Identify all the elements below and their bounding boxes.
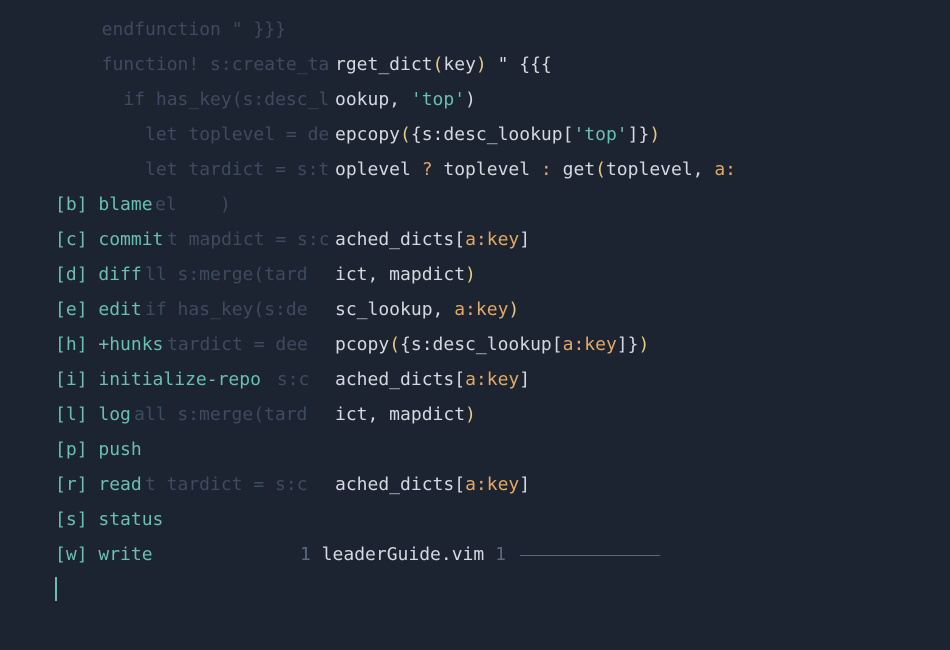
dim-code-line: let toplevel = de <box>80 117 329 152</box>
leader-menu-item-e[interactable]: [e] edit <box>55 292 142 327</box>
code-fragment: oplevel ? toplevel : get(toplevel, a: <box>335 152 736 187</box>
leader-menu-item-r[interactable]: [r] read <box>55 467 142 502</box>
leader-menu-item-s[interactable]: [s] status <box>55 502 163 537</box>
leader-key: r <box>66 474 77 495</box>
code-fragment: ict, mapdict) <box>335 257 476 292</box>
leader-label: +hunks <box>98 334 163 355</box>
leader-key: h <box>66 334 77 355</box>
code-fragment: ached_dicts[a:key] <box>335 362 530 397</box>
code-fragment: sc_lookup, a:key) <box>335 292 519 327</box>
code-fragment: pcopy({s:desc_lookup[a:key]}) <box>335 327 649 362</box>
dim-code-tail: t tardict = s:c <box>145 467 308 502</box>
leader-key: c <box>66 229 77 250</box>
dim-code-line: function! s:create_ta <box>80 47 329 82</box>
leader-key: p <box>66 439 77 460</box>
dim-code-tail: tardict = dee <box>167 327 308 362</box>
leader-label: push <box>98 439 141 460</box>
leader-label: status <box>98 509 163 530</box>
leader-key: s <box>66 509 77 530</box>
leader-menu-item-l[interactable]: [l] log <box>55 397 131 432</box>
code-fragment: ict, mapdict) <box>335 397 476 432</box>
editor-viewport: endfunction " }}} function! s:create_ta … <box>0 0 950 650</box>
text-cursor <box>55 577 57 601</box>
leader-menu-item-w[interactable]: [w] write <box>55 537 153 572</box>
code-fragment: ached_dicts[a:key] <box>335 467 530 502</box>
leader-key: d <box>66 264 77 285</box>
dim-code-tail: ll s:merge(tard <box>145 257 308 292</box>
leader-key: e <box>66 299 77 320</box>
leader-label: initialize-repo <box>98 369 261 390</box>
statusline-line-number: 1 <box>495 544 506 565</box>
statusline: 1 leaderGuide.vim 1 <box>300 537 660 572</box>
dim-code-tail: el ) <box>155 187 231 222</box>
dim-code-tail: s:c <box>266 362 309 397</box>
dim-code-tail: t mapdict = s:c <box>167 222 330 257</box>
dim-code-tail: if has_key(s:de <box>145 292 308 327</box>
leader-key: i <box>66 369 77 390</box>
leader-label: log <box>98 404 131 425</box>
leader-menu-item-p[interactable]: [p] push <box>55 432 142 467</box>
leader-key: b <box>66 194 77 215</box>
statusline-filename: leaderGuide.vim <box>311 544 495 565</box>
leader-label: diff <box>98 264 141 285</box>
leader-menu-item-h[interactable]: [h] +hunks <box>55 327 163 362</box>
code-fragment: epcopy({s:desc_lookup['top']}) <box>335 117 660 152</box>
dim-code-line: endfunction " }}} <box>80 12 286 47</box>
leader-key: l <box>66 404 77 425</box>
dim-code-tail: all s:merge(tard <box>134 397 307 432</box>
statusline-rule <box>520 555 660 556</box>
dim-code-line: let tardict = s:t <box>80 152 329 187</box>
code-fragment: rget_dict(key) " {{{ <box>335 47 552 82</box>
statusline-window-number: 1 <box>300 544 311 565</box>
dim-code-line: if has_key(s:desc_l <box>80 82 329 117</box>
leader-label: read <box>98 474 141 495</box>
leader-menu-item-i[interactable]: [i] initialize-repo <box>55 362 261 397</box>
leader-menu-item-c[interactable]: [c] commit <box>55 222 163 257</box>
leader-label: write <box>98 544 152 565</box>
code-fragment: ached_dicts[a:key] <box>335 222 530 257</box>
leader-label: commit <box>98 229 163 250</box>
leader-label: blame <box>98 194 152 215</box>
leader-menu-item-d[interactable]: [d] diff <box>55 257 142 292</box>
code-fragment: ookup, 'top') <box>335 82 476 117</box>
leader-menu-item-b[interactable]: [b] blame <box>55 187 153 222</box>
leader-label: edit <box>98 299 141 320</box>
leader-key: w <box>66 544 77 565</box>
